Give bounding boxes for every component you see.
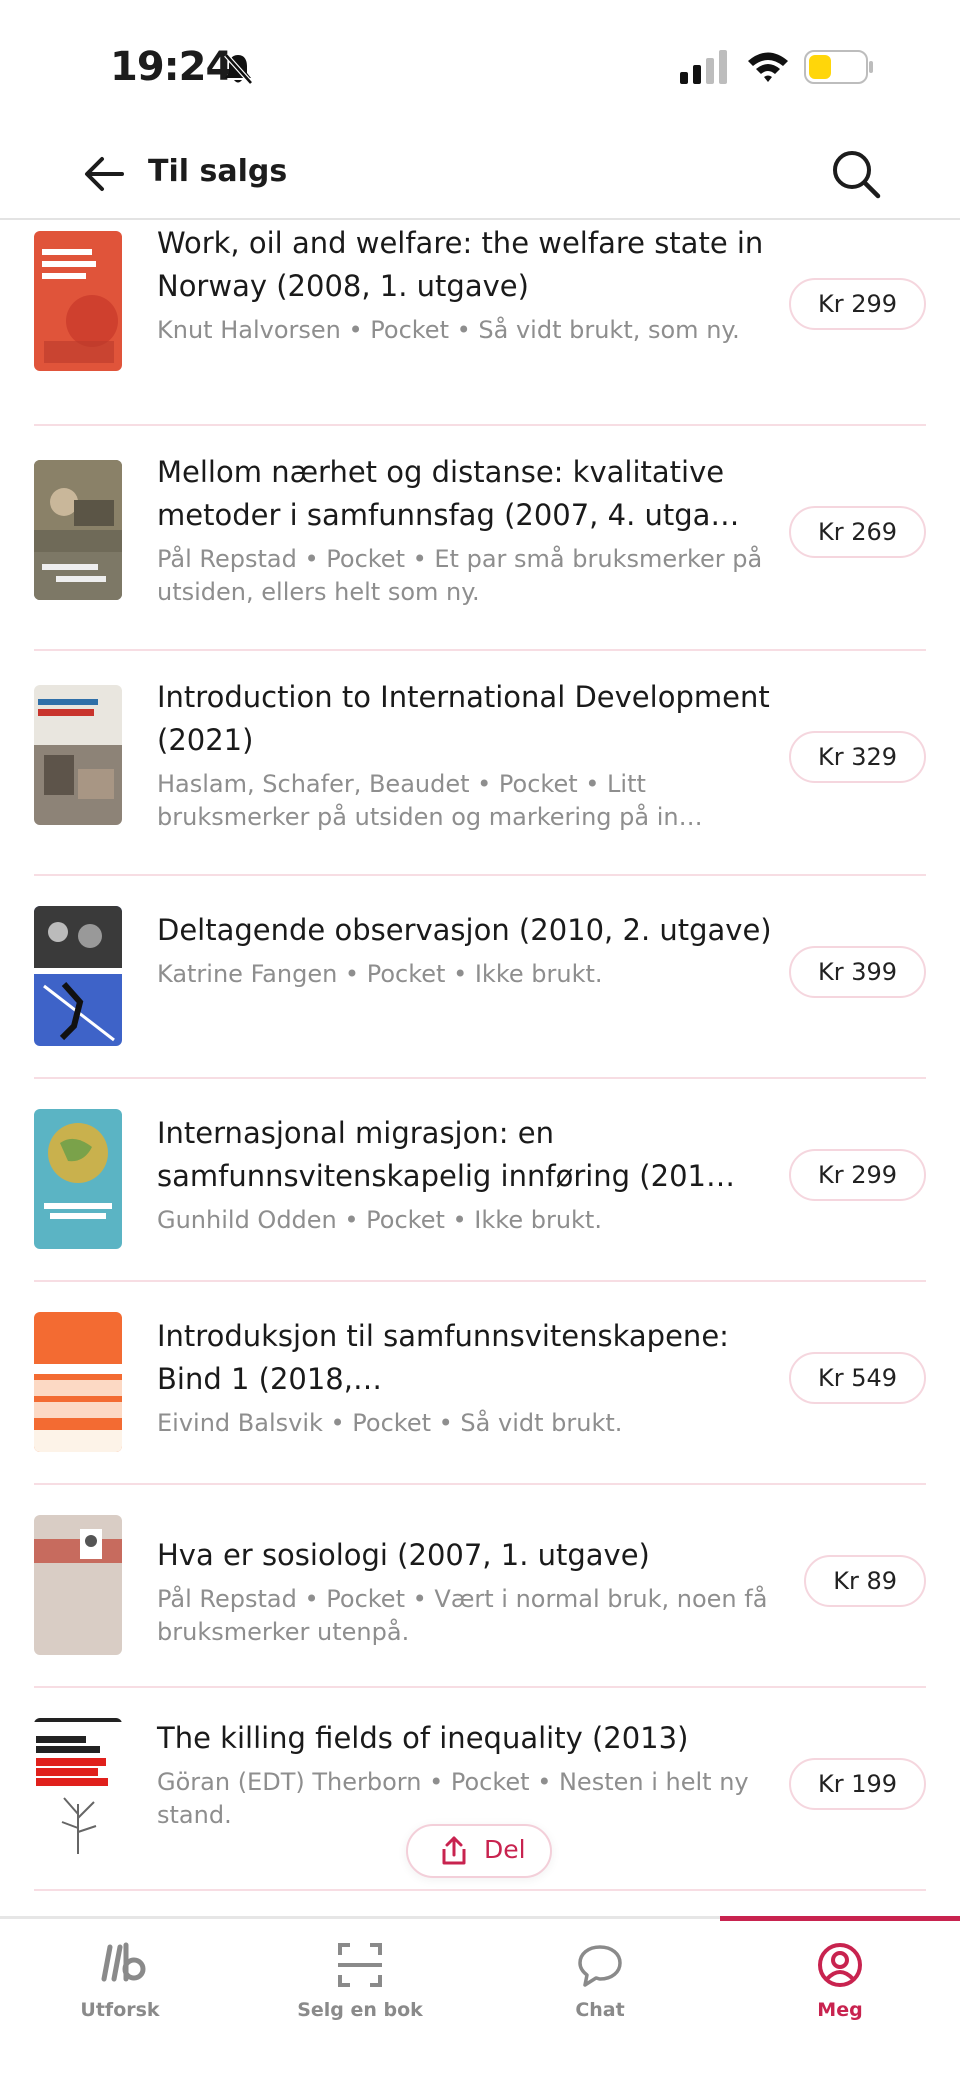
back-arrow-icon[interactable] — [82, 152, 126, 196]
book-meta: Pål Repstad • Pocket • Vært i normal bru… — [157, 1585, 768, 1646]
book-list-item[interactable]: Introduction to International Developmen… — [34, 650, 926, 876]
tab-label: Utforsk — [80, 1999, 160, 2021]
book-list-item[interactable]: Work, oil and welfare: the welfare state… — [34, 220, 926, 426]
tab-utforsk[interactable]: Utforsk — [0, 1919, 240, 2029]
scan-icon — [338, 1943, 382, 1987]
battery-icon — [804, 50, 873, 84]
book-meta: Haslam, Schafer, Beaudet • Pocket • Litt… — [157, 770, 703, 831]
signal-icon — [680, 50, 727, 84]
book-title: Hva er sosiologi (2007, 1. utgave) — [157, 1538, 650, 1572]
book-title: Mellom nærhet og distanse: kvalitative m… — [157, 455, 740, 532]
chat-bubble-icon — [578, 1945, 622, 1987]
book-cover-image — [34, 231, 122, 371]
book-title: Deltagende observasjon (2010, 2. utgave) — [157, 913, 772, 947]
book-meta: Göran (EDT) Therborn • Pocket • Nesten i… — [157, 1768, 749, 1829]
book-meta: Pål Repstad • Pocket • Et par små bruksm… — [157, 545, 763, 606]
book-info: The killing fields of inequality (2013) … — [157, 1717, 779, 1832]
book-list-item[interactable]: Mellom nærhet og distanse: kvalitative m… — [34, 425, 926, 651]
book-title: Internasjonal migrasjon: en samfunnsvite… — [157, 1116, 735, 1193]
book-meta: Katrine Fangen • Pocket • Ikke brukt. — [157, 960, 603, 988]
bottom-tab-bar: Utforsk Selg en bok Chat Meg — [0, 1916, 960, 2089]
book-info: Internasjonal migrasjon: en samfunnsvite… — [157, 1112, 779, 1237]
price-badge[interactable]: Kr 299 — [788, 1149, 926, 1201]
book-title: The killing fields of inequality (2013) — [157, 1721, 689, 1755]
book-cover-image — [34, 685, 122, 825]
book-info: Introduction to International Developmen… — [157, 676, 779, 834]
tab-meg[interactable]: Meg — [720, 1919, 960, 2029]
tab-selg-en-bok[interactable]: Selg en bok — [240, 1919, 480, 2029]
book-cover-image — [34, 1109, 122, 1249]
book-title: Introduksjon til samfunnsvitenskapene: B… — [157, 1319, 729, 1396]
book-meta: Eivind Balsvik • Pocket • Så vidt brukt. — [157, 1409, 623, 1437]
tab-label: Chat — [575, 1999, 625, 2021]
share-icon — [442, 1836, 466, 1865]
status-bar: 19:24 — [0, 0, 960, 130]
book-title: Work, oil and welfare: the welfare state… — [157, 226, 764, 303]
book-list-item[interactable]: Hva er sosiologi (2007, 1. utgave) Pål R… — [34, 1484, 926, 1688]
book-info: Deltagende observasjon (2010, 2. utgave)… — [157, 909, 779, 991]
tab-label: Meg — [817, 1999, 863, 2021]
book-meta: Gunhild Odden • Pocket • Ikke brukt. — [157, 1206, 602, 1234]
explore-logo-icon — [101, 1942, 146, 1982]
price-badge[interactable]: Kr 549 — [788, 1352, 926, 1404]
book-list-item[interactable]: Deltagende observasjon (2010, 2. utgave)… — [34, 875, 926, 1079]
share-label: Del — [484, 1835, 526, 1864]
book-cover-image — [34, 1515, 122, 1655]
wifi-icon — [748, 52, 788, 82]
tab-label: Selg en bok — [297, 1999, 423, 2021]
tab-chat[interactable]: Chat — [480, 1919, 720, 2029]
book-list-item[interactable]: Internasjonal migrasjon: en samfunnsvite… — [34, 1078, 926, 1282]
book-list: Work, oil and welfare: the welfare state… — [0, 220, 960, 1916]
price-badge[interactable]: Kr 199 — [788, 1758, 926, 1810]
book-info: Mellom nærhet og distanse: kvalitative m… — [157, 451, 779, 609]
book-cover-image — [34, 906, 122, 1046]
search-icon[interactable] — [828, 146, 884, 202]
book-info: Introduksjon til samfunnsvitenskapene: B… — [157, 1315, 779, 1440]
book-list-item[interactable]: Introduksjon til samfunnsvitenskapene: B… — [34, 1281, 926, 1485]
book-title: Introduction to International Developmen… — [157, 680, 770, 757]
book-cover-image — [34, 1312, 122, 1452]
book-cover-image — [34, 1718, 122, 1858]
bell-muted-icon — [224, 53, 253, 85]
book-info: Hva er sosiologi (2007, 1. utgave) Pål R… — [157, 1534, 779, 1649]
book-cover-image — [34, 460, 122, 600]
status-time: 19:24 — [110, 44, 233, 90]
book-info: Work, oil and welfare: the welfare state… — [157, 222, 779, 347]
profile-icon — [818, 1943, 862, 1987]
price-badge[interactable]: Kr 329 — [788, 731, 926, 783]
price-badge[interactable]: Kr 89 — [804, 1555, 926, 1607]
top-app-bar: Til salgs — [0, 130, 960, 220]
price-badge[interactable]: Kr 269 — [788, 506, 926, 558]
page-title: Til salgs — [148, 154, 288, 189]
share-button[interactable]: Del — [406, 1824, 552, 1878]
book-meta: Knut Halvorsen • Pocket • Så vidt brukt,… — [157, 316, 740, 344]
price-badge[interactable]: Kr 399 — [788, 946, 926, 998]
price-badge[interactable]: Kr 299 — [788, 278, 926, 330]
